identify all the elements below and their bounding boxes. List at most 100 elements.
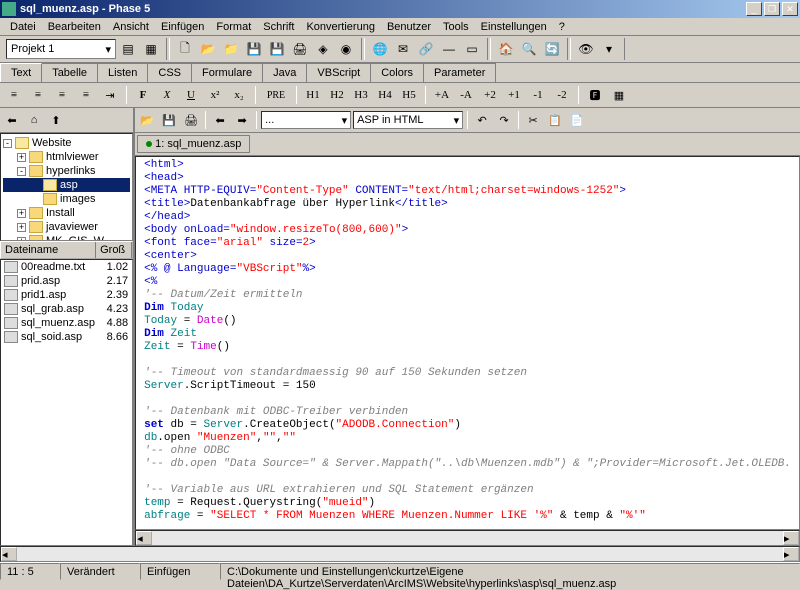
col-dateiname[interactable]: Dateiname: [1, 242, 96, 258]
ed-open-icon[interactable]: 📂: [137, 110, 157, 130]
tree-node[interactable]: +javaviewer: [3, 220, 130, 234]
menu-bearbeiten[interactable]: Bearbeiten: [42, 19, 107, 35]
tree-node[interactable]: +htmlviewer: [3, 150, 130, 164]
col-groesse[interactable]: Groß: [96, 242, 132, 258]
tree-node[interactable]: +MK_GIS_W...: [3, 234, 130, 241]
pre-button[interactable]: PRE: [262, 85, 290, 105]
file-row[interactable]: sql_soid.asp8.66: [1, 330, 132, 344]
tab-java[interactable]: Java: [262, 63, 307, 82]
tab-tabelle[interactable]: Tabelle: [41, 63, 98, 82]
project-btn2[interactable]: ▦: [140, 38, 162, 60]
minimize-button[interactable]: _: [746, 2, 762, 16]
tree-up-icon[interactable]: ⬆: [46, 110, 66, 130]
plus2-icon[interactable]: +2: [480, 85, 500, 105]
scroll-left-icon[interactable]: ◂: [136, 531, 152, 545]
open-file-icon[interactable]: 📂: [197, 38, 219, 60]
align-right-icon[interactable]: ≡: [52, 85, 72, 105]
file-row[interactable]: sql_grab.asp4.23: [1, 302, 132, 316]
minus-icon[interactable]: —: [438, 38, 460, 60]
menu-help[interactable]: ?: [553, 19, 571, 35]
tab-colors[interactable]: Colors: [370, 63, 424, 82]
menu-datei[interactable]: Datei: [4, 19, 42, 35]
color-icon[interactable]: ▦: [609, 85, 629, 105]
project-combo[interactable]: Projekt 1 ▾: [6, 39, 116, 59]
tree-home-icon[interactable]: ⌂: [24, 110, 44, 130]
file-row[interactable]: prid.asp2.17: [1, 274, 132, 288]
tab-vbscript[interactable]: VBScript: [306, 63, 371, 82]
italic-button[interactable]: X: [157, 85, 177, 105]
maximize-button[interactable]: ❐: [764, 2, 780, 16]
file-row[interactable]: 00readme.txt1.02: [1, 260, 132, 274]
h3-button[interactable]: H3: [351, 85, 371, 105]
tree-node[interactable]: -hyperlinks: [3, 164, 130, 178]
h-scrollbar[interactable]: ◂ ▸: [135, 530, 800, 546]
menu-benutzer[interactable]: Benutzer: [381, 19, 437, 35]
h2-button[interactable]: H2: [327, 85, 347, 105]
project-btn1[interactable]: ▤: [117, 38, 139, 60]
ed-copy-icon[interactable]: 📋: [545, 110, 565, 130]
tab-listen[interactable]: Listen: [97, 63, 148, 82]
size-minus-icon[interactable]: -A: [456, 85, 476, 105]
menu-ansicht[interactable]: Ansicht: [107, 19, 155, 35]
open-folder-icon[interactable]: 📁: [220, 38, 242, 60]
tree-node[interactable]: asp: [3, 178, 130, 192]
menu-einfuegen[interactable]: Einfügen: [155, 19, 210, 35]
scroll-right-icon[interactable]: ▸: [783, 547, 799, 561]
lang-combo[interactable]: ASP in HTML▾: [353, 111, 463, 129]
search-icon[interactable]: 🔍: [518, 38, 540, 60]
ed-cut-icon[interactable]: ✂: [523, 110, 543, 130]
underline-button[interactable]: U: [181, 85, 201, 105]
window-icon[interactable]: ▭: [461, 38, 483, 60]
minus1-icon[interactable]: -1: [528, 85, 548, 105]
font-icon[interactable]: 🅵: [585, 85, 605, 105]
save-all-icon[interactable]: 💾: [266, 38, 288, 60]
indent-icon[interactable]: ⇥: [100, 85, 120, 105]
outer-h-scrollbar[interactable]: ◂ ▸: [0, 546, 800, 562]
tree-back-icon[interactable]: ⬅: [2, 110, 22, 130]
scroll-left-icon[interactable]: ◂: [1, 547, 17, 561]
file-row[interactable]: prid1.asp2.39: [1, 288, 132, 302]
tree-node[interactable]: images: [3, 192, 130, 206]
menu-konvertierung[interactable]: Konvertierung: [300, 19, 381, 35]
chevron-down-icon[interactable]: ▾: [598, 38, 620, 60]
tab-css[interactable]: CSS: [147, 63, 192, 82]
align-left-icon[interactable]: ≡: [4, 85, 24, 105]
menu-tools[interactable]: Tools: [437, 19, 475, 35]
tree-node[interactable]: +Install: [3, 206, 130, 220]
save-icon[interactable]: 💾: [243, 38, 265, 60]
tab-text[interactable]: Text: [0, 63, 42, 82]
globe-icon[interactable]: 🌐: [369, 38, 391, 60]
plus1-icon[interactable]: +1: [504, 85, 524, 105]
file-list[interactable]: 00readme.txt1.02prid.asp2.17prid1.asp2.3…: [0, 259, 133, 546]
ed-save-icon[interactable]: 💾: [159, 110, 179, 130]
scroll-right-icon[interactable]: ▸: [783, 531, 799, 545]
tree-root[interactable]: -Website: [3, 136, 130, 150]
path-combo[interactable]: ...▾: [261, 111, 351, 129]
tab-parameter[interactable]: Parameter: [423, 63, 496, 82]
minus2-icon[interactable]: -2: [552, 85, 572, 105]
ed-nav2-icon[interactable]: ➡: [232, 110, 252, 130]
home-icon[interactable]: 🏠: [495, 38, 517, 60]
new-file-icon[interactable]: 🗋: [174, 38, 196, 60]
h1-button[interactable]: H1: [303, 85, 323, 105]
tool-icon-1[interactable]: ◈: [312, 38, 334, 60]
menu-einstellungen[interactable]: Einstellungen: [475, 19, 553, 35]
ed-redo-icon[interactable]: ↷: [494, 110, 514, 130]
replace-icon[interactable]: 🔄: [541, 38, 563, 60]
ed-nav1-icon[interactable]: ⬅: [210, 110, 230, 130]
print-icon[interactable]: 🖨: [289, 38, 311, 60]
sub-icon[interactable]: x₂: [229, 85, 249, 105]
folder-tree[interactable]: -Website +htmlviewer-hyperlinksaspimages…: [0, 133, 133, 241]
file-row[interactable]: sql_muenz.asp4.88: [1, 316, 132, 330]
align-center-icon[interactable]: ≡: [28, 85, 48, 105]
h4-button[interactable]: H4: [375, 85, 395, 105]
code-editor[interactable]: <html><head><META HTTP-EQUIV="Content-Ty…: [135, 156, 800, 530]
menu-schrift[interactable]: Schrift: [257, 19, 300, 35]
tab-formulare[interactable]: Formulare: [191, 63, 263, 82]
ed-undo-icon[interactable]: ↶: [472, 110, 492, 130]
menu-format[interactable]: Format: [210, 19, 257, 35]
link-icon[interactable]: 🔗: [415, 38, 437, 60]
ed-paste-icon[interactable]: 📄: [567, 110, 587, 130]
ed-print-icon[interactable]: 🖨: [181, 110, 201, 130]
preview-icon[interactable]: 👁: [575, 38, 597, 60]
